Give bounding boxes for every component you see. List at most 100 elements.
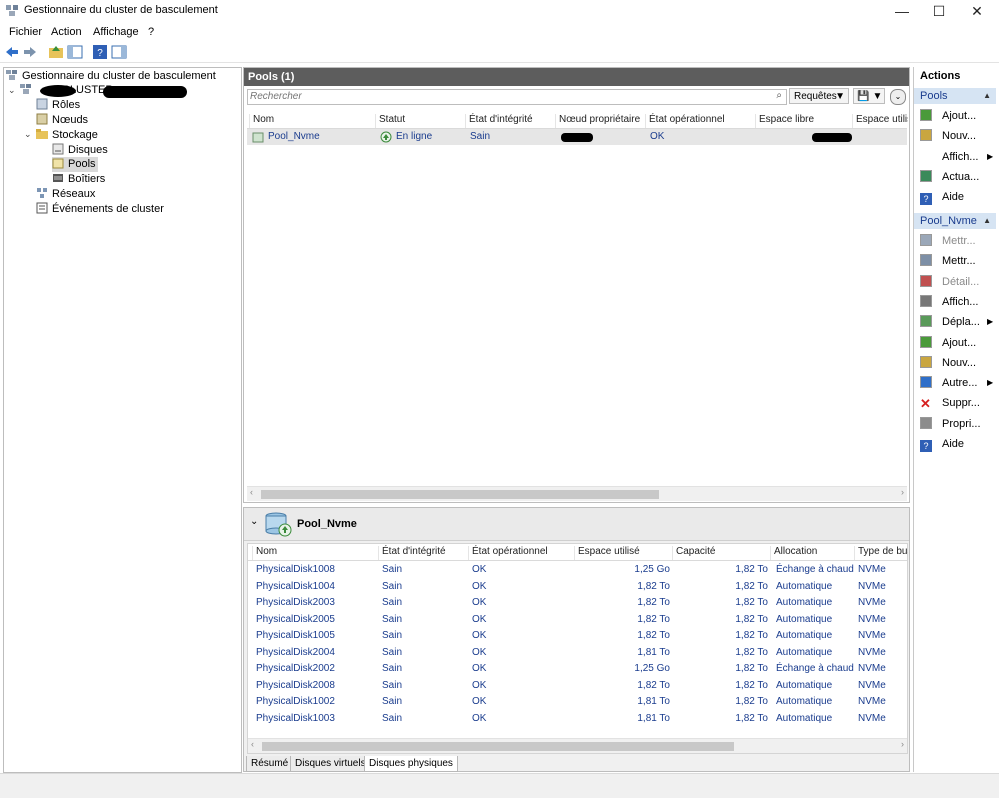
table-row[interactable]: PhysicalDisk2005 Sain OK 1,82 To 1,82 To Auto… <box>248 612 907 628</box>
tree-item-nodes[interactable]: Nœuds <box>36 113 88 128</box>
save-query-button[interactable]: 💾 ▼ <box>853 88 885 104</box>
queries-button[interactable]: Requêtes ▼ <box>789 88 849 104</box>
search-input[interactable]: ⌕ <box>247 89 787 105</box>
up-folder-icon[interactable] <box>48 44 64 60</box>
action-item[interactable]: ✕ Suppr... <box>920 395 980 411</box>
disk-capacity: 1,82 To <box>735 630 768 641</box>
menu-action[interactable]: Action <box>51 26 82 38</box>
disk-allocation: Automatique <box>776 613 833 625</box>
search-icon[interactable]: ⌕ <box>776 90 782 101</box>
scroll-left-icon[interactable]: ‹ <box>251 739 254 749</box>
action-item[interactable]: Dépla... ▶ <box>920 314 993 330</box>
action-label: Ajout... <box>942 110 977 122</box>
table-row[interactable]: PhysicalDisk2003 Sain OK 1,82 To 1,82 To Auto… <box>248 595 907 611</box>
menu-help[interactable]: ? <box>148 26 154 38</box>
search-field[interactable] <box>248 90 752 103</box>
help-icon[interactable]: ? <box>92 44 108 60</box>
action-item[interactable]: Mettr... <box>920 253 976 269</box>
scroll-right-icon[interactable]: › <box>901 487 904 497</box>
table-row[interactable]: PhysicalDisk2004 Sain OK 1,81 To 1,82 To Auto… <box>248 645 907 661</box>
table-row[interactable]: PhysicalDisk1003 Sain OK 1,81 To 1,82 To Auto… <box>248 711 907 727</box>
tree-item-disks[interactable]: Disques <box>52 143 108 158</box>
table-row[interactable]: PhysicalDisk2008 Sain OK 1,82 To 1,82 To Auto… <box>248 678 907 694</box>
action-item[interactable]: Affich... <box>920 294 978 310</box>
column-header[interactable]: Nom <box>249 114 274 128</box>
action-item[interactable]: Ajout... <box>920 108 976 124</box>
column-header[interactable]: Espace utilisé <box>852 114 908 128</box>
minimize-button[interactable]: — <box>883 0 921 22</box>
column-header[interactable]: Nœud propriétaire <box>555 114 640 128</box>
collapse-icon[interactable]: ▲ <box>983 88 991 104</box>
horizontal-scrollbar[interactable]: ‹ › <box>248 738 907 753</box>
action-item[interactable]: Détail... <box>920 274 979 290</box>
action-item[interactable]: Mettr... <box>920 233 976 249</box>
disk-name: PhysicalDisk2004 <box>256 646 335 658</box>
expand-collapse-icon[interactable]: ⌄ <box>890 89 906 105</box>
tree-item-networks[interactable]: Réseaux <box>36 187 95 202</box>
actions-section-pools[interactable]: Pools ▲ <box>914 88 996 104</box>
chevron-down-icon[interactable]: ⌄ <box>24 129 32 140</box>
column-header[interactable]: Type de bus <box>854 546 908 560</box>
action-item[interactable]: Propri... <box>920 416 981 432</box>
scroll-right-icon[interactable]: › <box>901 739 904 749</box>
help-icon: ? <box>920 193 932 206</box>
chevron-down-icon[interactable]: ⌄ <box>250 516 258 527</box>
scrollbar-thumb[interactable] <box>262 742 734 751</box>
tree-item-events[interactable]: Événements de cluster <box>36 202 164 217</box>
back-arrow-icon[interactable] <box>4 44 20 60</box>
action-item[interactable]: Autre... ▶ <box>920 375 993 391</box>
action-item[interactable]: Affich... ▶ <box>920 149 993 165</box>
action-item[interactable]: Actua... <box>920 169 979 185</box>
tree-item-enclosures[interactable]: Boîtiers <box>52 172 105 187</box>
tab-virtual-disks[interactable]: Disques virtuels <box>290 756 371 772</box>
scrollbar-thumb[interactable] <box>261 490 659 499</box>
actions-section-pool-nvme[interactable]: Pool_Nvme ▲ <box>914 213 996 229</box>
action-item[interactable]: Nouv... <box>920 128 976 144</box>
action-item[interactable]: Nouv... <box>920 355 976 371</box>
disk-name: PhysicalDisk1008 <box>256 564 335 575</box>
table-row[interactable]: Pool_Nvme En ligne Sain OK <box>247 129 907 145</box>
disk-allocation: Échange à chaud <box>776 564 854 575</box>
menu-fichier[interactable]: Fichier <box>9 26 42 38</box>
tree-root[interactable]: Gestionnaire du cluster de basculement <box>6 69 216 84</box>
collapse-icon[interactable]: ▲ <box>983 213 991 229</box>
table-row[interactable]: PhysicalDisk1005 Sain OK 1,82 To 1,82 To Auto… <box>248 628 907 644</box>
center-pane: Pools (1) ⌕ Requêtes ▼ 💾▼ ⌄ Nom Statut É… <box>243 67 910 772</box>
table-row[interactable]: PhysicalDisk1008 Sain OK 1,25 Go 1,82 To Écha… <box>248 562 907 578</box>
scroll-left-icon[interactable]: ‹ <box>250 487 253 497</box>
section-label: Pools <box>920 90 948 102</box>
column-header[interactable]: Espace utilisé <box>574 546 640 560</box>
column-header[interactable]: Espace libre <box>755 114 814 128</box>
column-header[interactable]: Nom <box>252 546 277 560</box>
column-header[interactable]: État opérationnel <box>645 114 725 128</box>
column-header[interactable]: Capacité <box>672 546 715 560</box>
action-item[interactable]: Ajout... <box>920 335 976 351</box>
close-button[interactable]: ✕ <box>958 0 996 22</box>
table-row[interactable]: PhysicalDisk1002 Sain OK 1,81 To 1,82 To Auto… <box>248 694 907 710</box>
horizontal-scrollbar[interactable]: ‹ › <box>247 486 907 501</box>
action-item[interactable]: ? Aide <box>920 436 964 452</box>
table-row[interactable]: PhysicalDisk2002 Sain OK 1,25 Go 1,82 To Écha… <box>248 661 907 677</box>
disk-operational-state: OK <box>472 663 487 674</box>
table-row[interactable]: PhysicalDisk1004 Sain OK 1,82 To 1,82 To Auto… <box>248 579 907 595</box>
tab-summary[interactable]: Résumé <box>246 756 294 772</box>
column-header[interactable]: Statut <box>375 114 405 128</box>
tree-item-roles[interactable]: Rôles <box>36 98 80 113</box>
column-header[interactable]: État d'intégrité <box>465 114 533 128</box>
disk-allocation: Échange à chaud <box>776 663 854 674</box>
disk-capacity: 1,82 To <box>735 613 768 625</box>
tab-physical-disks[interactable]: Disques physiques <box>364 756 458 772</box>
chevron-down-icon[interactable]: ⌄ <box>8 85 16 96</box>
action-item[interactable]: ? Aide <box>920 189 964 206</box>
show-action-pane-icon[interactable] <box>111 44 127 60</box>
tree-item-pools[interactable]: Pools <box>52 157 98 172</box>
column-header[interactable]: État opérationnel <box>468 546 548 560</box>
tree-item-storage[interactable]: Stockage <box>36 128 98 143</box>
actions-title: Actions <box>920 70 961 82</box>
forward-arrow-icon[interactable] <box>22 44 38 60</box>
column-header[interactable]: Allocation <box>770 546 817 560</box>
menu-affichage[interactable]: Affichage <box>93 26 139 38</box>
column-header[interactable]: État d'intégrité <box>378 546 446 560</box>
show-hide-tree-icon[interactable] <box>67 44 83 60</box>
maximize-button[interactable]: ☐ <box>920 0 958 22</box>
